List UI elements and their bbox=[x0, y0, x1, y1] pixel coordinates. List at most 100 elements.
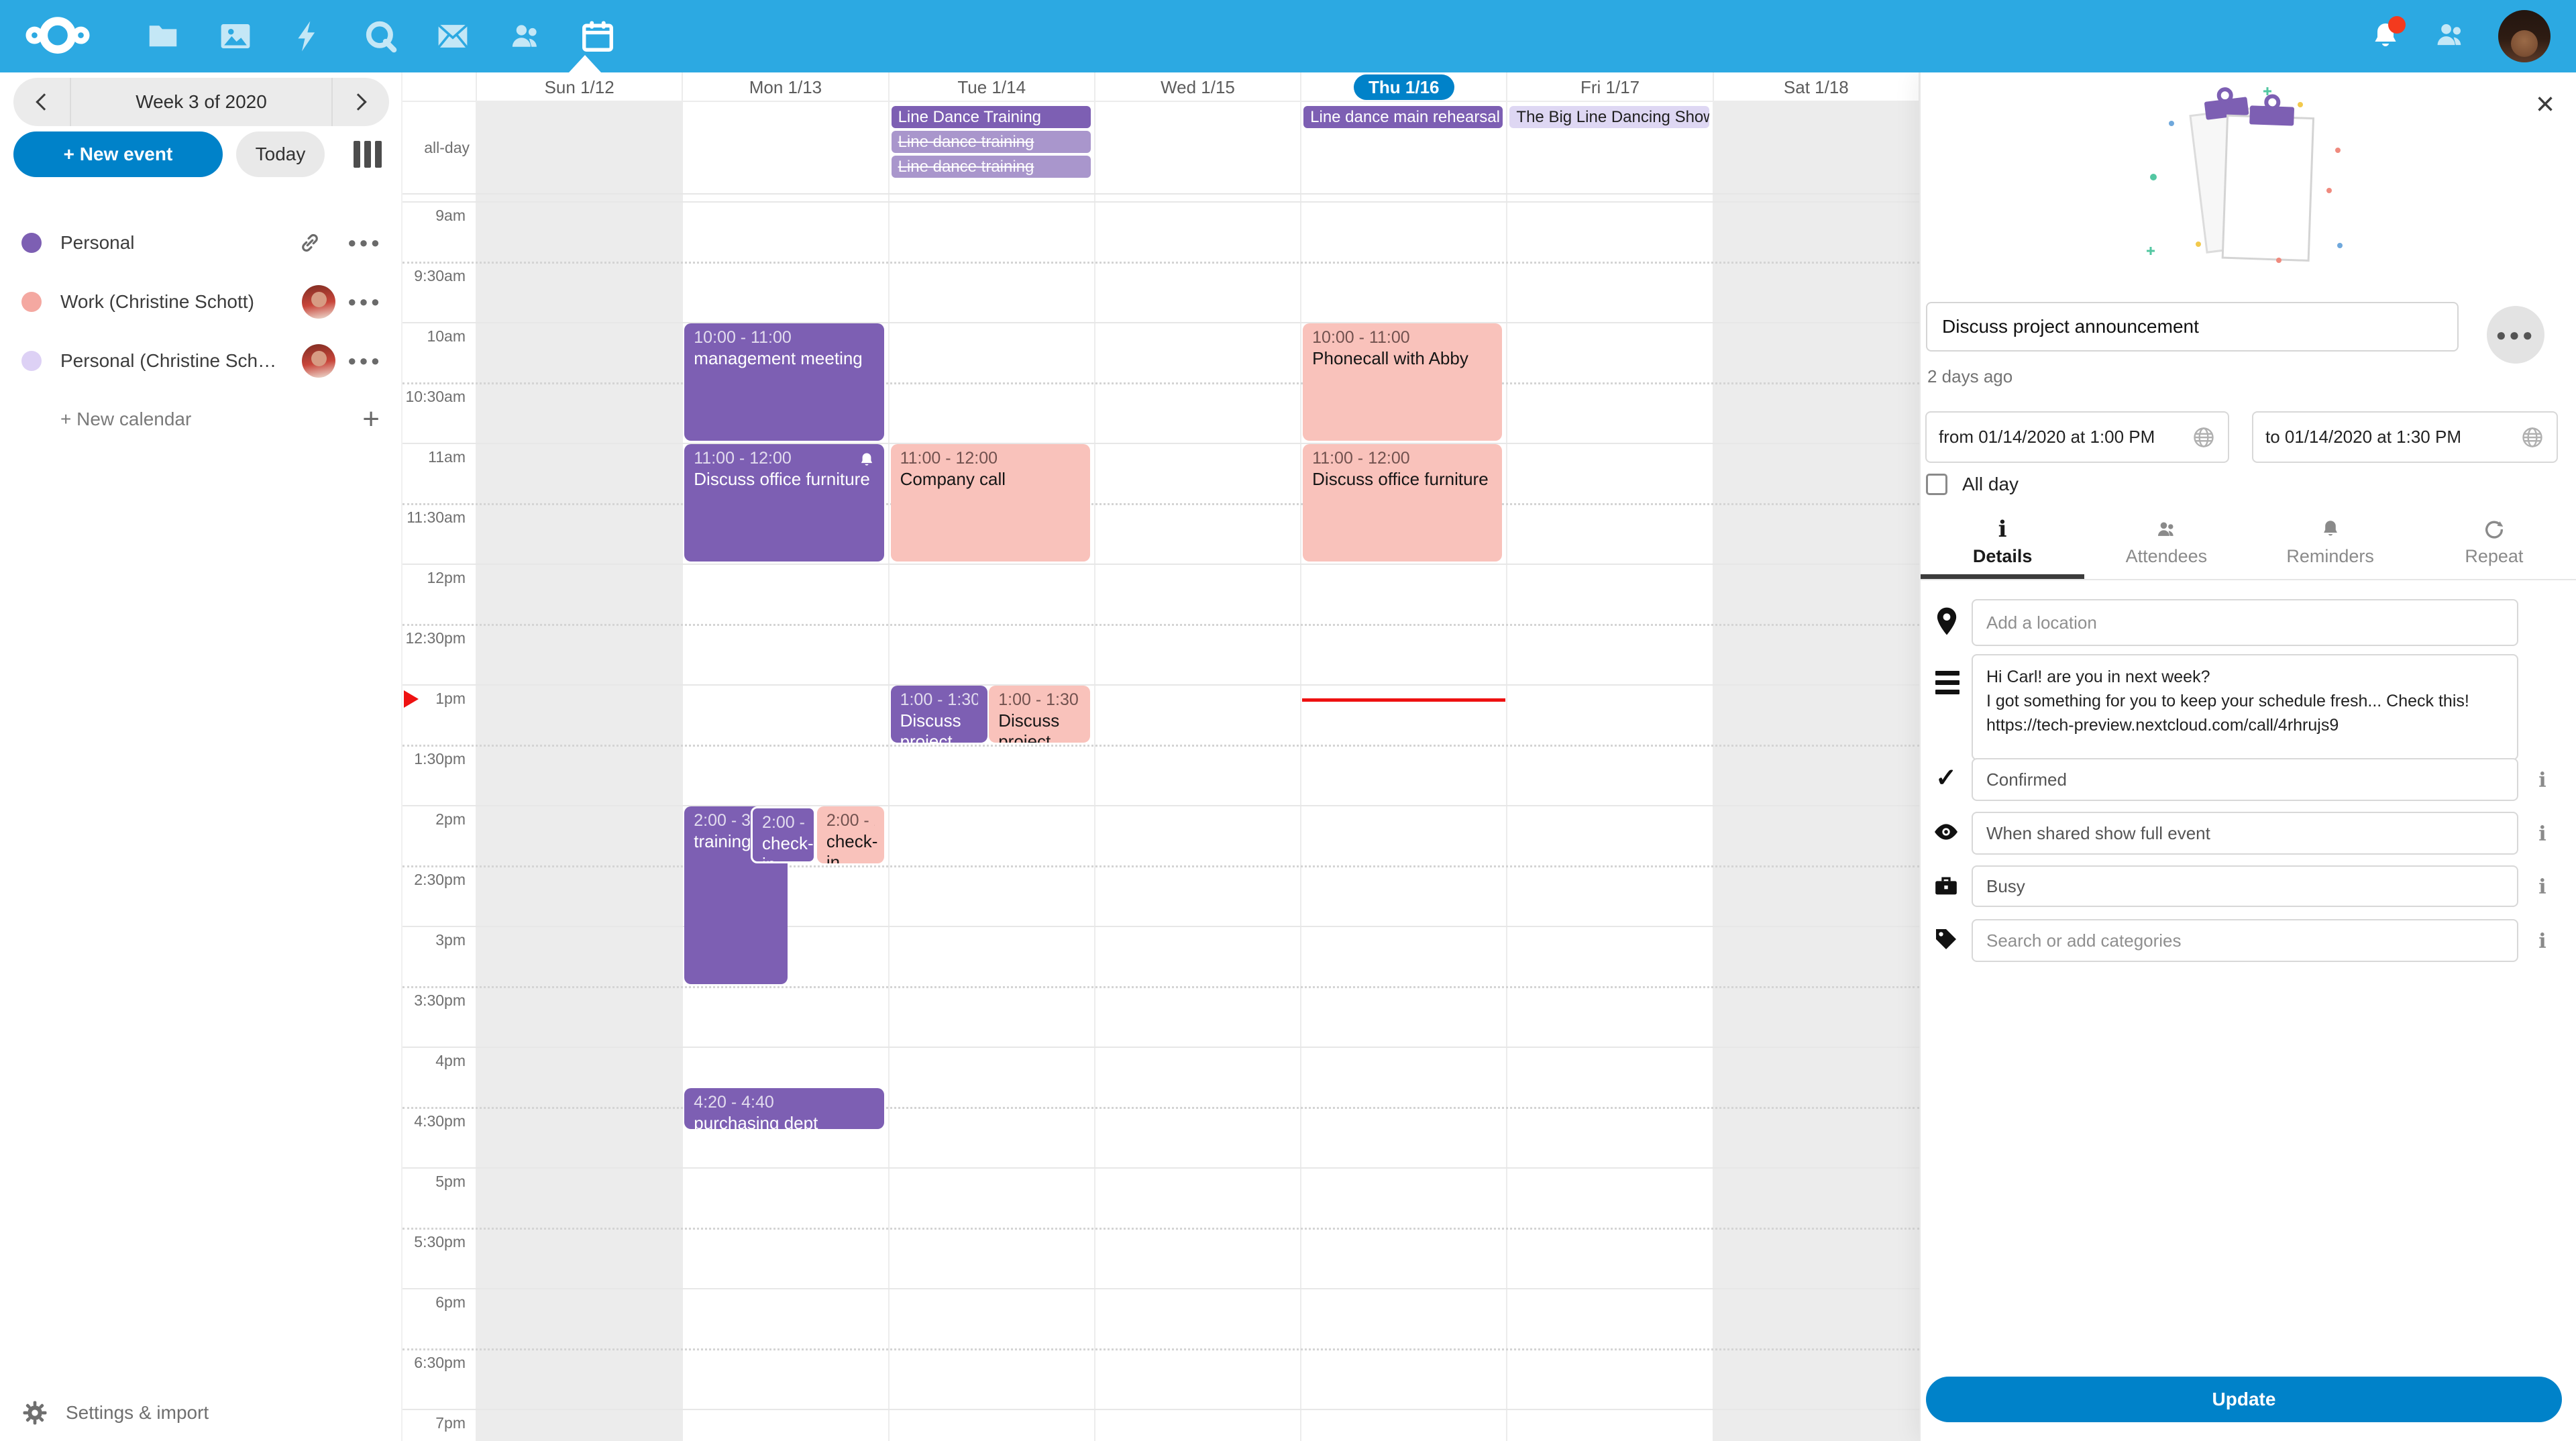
day-header-sun-1-12[interactable]: Sun 1/12 bbox=[476, 72, 682, 102]
calendar-menu-button[interactable]: ●●● bbox=[347, 293, 382, 311]
status-info-icon[interactable]: i bbox=[2532, 769, 2553, 792]
day-header-tue-1-14[interactable]: Tue 1/14 bbox=[889, 72, 1095, 102]
previous-week-button[interactable] bbox=[13, 78, 71, 126]
calendar-color-dot bbox=[21, 233, 42, 253]
timezone-globe-icon[interactable] bbox=[2192, 425, 2216, 449]
left-sidebar: Week 3 of 2020 + New event Today Persona… bbox=[0, 72, 402, 1441]
app-mail-icon[interactable] bbox=[433, 17, 472, 56]
weekend-shading bbox=[1713, 102, 1919, 193]
settings-import-button[interactable]: Settings & import bbox=[21, 1399, 209, 1426]
event-discuss-office-furniture[interactable]: 11:00 - 12:00Discuss office furniture bbox=[684, 444, 883, 562]
day-header-fri-1-17[interactable]: Fri 1/17 bbox=[1507, 72, 1713, 102]
sidebar-item-calendar-personal[interactable]: Personal●●● bbox=[0, 219, 401, 267]
allday-event-the-big-line-dancing-show[interactable]: The Big Line Dancing Show bbox=[1509, 106, 1709, 128]
tab-reminders[interactable]: Reminders bbox=[2249, 510, 2412, 577]
next-week-button[interactable] bbox=[331, 78, 389, 126]
reminder-bell-icon bbox=[2249, 510, 2412, 541]
allday-event-line-dance-main-rehearsal[interactable]: Line dance main rehearsal bbox=[1303, 106, 1503, 128]
availability-info-icon[interactable]: i bbox=[2532, 875, 2553, 899]
event-check-in[interactable]: 2:00 - 2:30check-in bbox=[751, 806, 816, 863]
status-select[interactable]: Confirmed bbox=[1972, 758, 2518, 801]
event-phonecall-with-abby[interactable]: 10:00 - 11:00Phonecall with Abby bbox=[1303, 323, 1502, 441]
time-grid[interactable]: 9am9:30am10am10:30am11am11:30am12pm12:30… bbox=[402, 195, 1919, 1441]
categories-tag-icon bbox=[1933, 926, 1960, 953]
event-discuss-project[interactable]: 1:00 - 1:30Discuss project bbox=[989, 686, 1090, 743]
tab-repeat[interactable]: Repeat bbox=[2412, 510, 2576, 577]
grid-line bbox=[402, 1288, 1919, 1289]
allday-event-line-dance-training[interactable]: Line dance training bbox=[892, 131, 1091, 153]
nextcloud-logo[interactable] bbox=[25, 13, 90, 60]
availability-select[interactable]: Busy bbox=[1972, 865, 2518, 907]
column-separator bbox=[1713, 195, 1714, 1441]
share-link-icon[interactable] bbox=[298, 231, 322, 255]
start-datetime-field[interactable]: from 01/14/2020 at 1:00 PM bbox=[1925, 411, 2229, 463]
event-discuss-office-furniture[interactable]: 11:00 - 12:00Discuss office furniture bbox=[1303, 444, 1502, 562]
event-check-in[interactable]: 2:00 - 2:30check-in bbox=[817, 806, 884, 863]
update-button[interactable]: Update bbox=[1926, 1377, 2562, 1422]
event-illustration bbox=[2135, 85, 2363, 272]
allday-event-line-dance-training[interactable]: Line Dance Training bbox=[892, 106, 1091, 128]
visibility-eye-icon bbox=[1933, 818, 1960, 845]
categories-info-icon[interactable]: i bbox=[2532, 930, 2553, 953]
today-button[interactable]: Today bbox=[236, 131, 325, 177]
calendar-menu-button[interactable]: ●●● bbox=[347, 352, 382, 370]
tab-attendees[interactable]: Attendees bbox=[2084, 510, 2248, 577]
app-photos-icon[interactable] bbox=[216, 17, 255, 56]
time-label: 12:30pm bbox=[402, 629, 466, 647]
sidebar-item-calendar-personal-christine-scho[interactable]: Personal (Christine Scho…●●● bbox=[0, 337, 401, 385]
day-header-mon-1-13[interactable]: Mon 1/13 bbox=[682, 72, 888, 102]
location-pin-icon bbox=[1934, 606, 1960, 636]
grid-line bbox=[402, 926, 1919, 927]
all-day-label: All day bbox=[1962, 474, 2019, 495]
chevron-left-icon bbox=[36, 93, 52, 110]
app-calendar-icon[interactable] bbox=[578, 17, 617, 56]
close-icon[interactable]: × bbox=[2536, 89, 2555, 121]
description-textarea[interactable]: Hi Carl! are you in next week? I got som… bbox=[1972, 654, 2518, 760]
event-title-input[interactable] bbox=[1926, 302, 2459, 352]
event-management-meeting[interactable]: 10:00 - 11:00management meeting bbox=[684, 323, 883, 441]
app-activity-icon[interactable] bbox=[288, 17, 327, 56]
event-company-call[interactable]: 11:00 - 12:00Company call bbox=[891, 444, 1090, 562]
grid-line bbox=[402, 201, 1919, 203]
day-header-thu-1-16[interactable]: Thu 1/16 bbox=[1301, 72, 1507, 102]
app-contacts-icon[interactable] bbox=[506, 17, 545, 56]
tab-details[interactable]: i Details bbox=[1921, 510, 2084, 577]
time-label: 3:30pm bbox=[402, 992, 466, 1010]
time-label: 5pm bbox=[402, 1173, 466, 1191]
chevron-right-icon bbox=[350, 93, 366, 110]
end-datetime-field[interactable]: to 01/14/2020 at 1:30 PM bbox=[2252, 411, 2558, 463]
view-columns-icon[interactable] bbox=[354, 141, 382, 168]
sidebar-item-calendar-work-christine-schott[interactable]: Work (Christine Schott)●●● bbox=[0, 278, 401, 326]
app-talk-icon[interactable] bbox=[361, 17, 400, 56]
timezone-globe-icon[interactable] bbox=[2520, 425, 2544, 449]
status-check-icon: ✓ bbox=[1933, 765, 1960, 792]
location-input[interactable] bbox=[1972, 599, 2518, 646]
visibility-info-icon[interactable]: i bbox=[2532, 822, 2553, 846]
top-bar bbox=[0, 0, 2576, 72]
calendar-color-dot bbox=[21, 292, 42, 312]
time-label: 10:30am bbox=[402, 388, 466, 406]
event-discuss-project-announcement[interactable]: 1:00 - 1:30Discuss project announcement bbox=[891, 686, 988, 743]
time-label: 6:30pm bbox=[402, 1354, 466, 1372]
day-header-sat-1-18[interactable]: Sat 1/18 bbox=[1713, 72, 1919, 102]
notifications-bell-icon[interactable] bbox=[2369, 20, 2402, 52]
event-purchasing-dept[interactable]: 4:20 - 4:40purchasing dept bbox=[684, 1088, 883, 1129]
user-avatar[interactable] bbox=[2498, 10, 2551, 62]
event-time: 11:00 - 12:00 bbox=[900, 448, 1081, 469]
new-event-button[interactable]: + New event bbox=[13, 131, 223, 177]
description-icon bbox=[1935, 671, 1960, 699]
event-time: 4:20 - 4:40 bbox=[694, 1092, 874, 1113]
all-day-checkbox[interactable] bbox=[1926, 474, 1947, 495]
grid-line bbox=[402, 624, 1919, 626]
contacts-menu-icon[interactable] bbox=[2432, 17, 2467, 56]
time-label: 10am bbox=[402, 327, 466, 345]
categories-input[interactable]: Search or add categories bbox=[1972, 919, 2518, 962]
allday-event-line-dance-training[interactable]: Line dance training bbox=[892, 156, 1091, 178]
day-header-wed-1-15[interactable]: Wed 1/15 bbox=[1095, 72, 1301, 102]
new-calendar-button[interactable]: + New calendar + bbox=[0, 395, 401, 443]
more-actions-button[interactable]: ●●● bbox=[2487, 306, 2544, 364]
week-label[interactable]: Week 3 of 2020 bbox=[71, 91, 331, 113]
visibility-select[interactable]: When shared show full event bbox=[1972, 812, 2518, 855]
app-files-icon[interactable] bbox=[144, 17, 182, 56]
calendar-menu-button[interactable]: ●●● bbox=[347, 234, 382, 252]
